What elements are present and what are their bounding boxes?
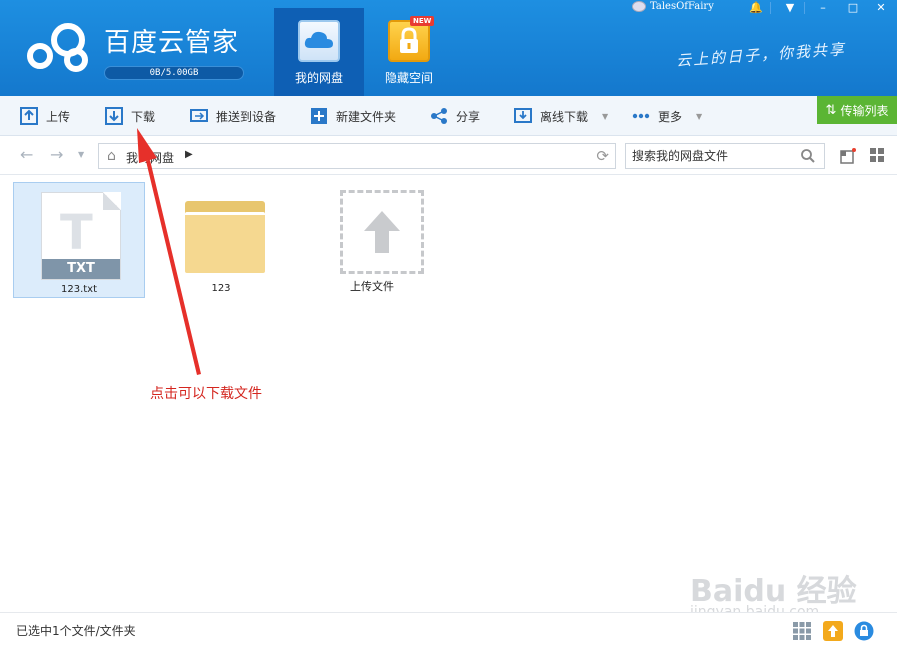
file-name: 上传文件	[350, 280, 394, 293]
download-label: 下载	[131, 109, 156, 124]
user-account[interactable]: TalesOfFairy	[632, 1, 714, 12]
title-separator	[770, 2, 771, 14]
search-input[interactable]	[632, 147, 792, 165]
search-icon[interactable]	[800, 148, 816, 164]
file-type-label: TXT	[42, 259, 120, 279]
new-badge: NEW	[410, 16, 435, 26]
username: TalesOfFairy	[650, 1, 714, 12]
baidu-cloud-window: 百度云管家 0B/5.00GB 我的网盘 NEW 隐藏空间 云上的日子，你我共享	[0, 0, 897, 648]
new-folder-label: 新建文件夹	[336, 109, 397, 124]
back-arrow-icon[interactable]: ←	[20, 145, 33, 164]
storage-quota: 0B/5.00GB	[104, 66, 244, 80]
transfer-arrows-icon: ⇅	[825, 102, 837, 118]
baidu-cloud-logo-icon	[27, 23, 88, 72]
refresh-icon[interactable]: ⟳	[596, 147, 609, 165]
upload-arrow-icon	[364, 211, 400, 253]
bell-icon[interactable]: 🔔	[745, 0, 767, 16]
push-to-device-label: 推送到设备	[216, 109, 277, 124]
breadcrumb-my-disk[interactable]: 我的网盘	[126, 149, 174, 166]
file-name: 123	[211, 283, 231, 294]
download-icon	[105, 107, 123, 125]
tab-my-disk-label: 我的网盘	[294, 71, 343, 85]
close-icon[interactable]: ✕	[870, 0, 892, 16]
more-label: 更多	[658, 109, 683, 124]
txt-file-icon: T TXT	[41, 192, 121, 280]
breadcrumb-chevron-icon[interactable]: ▶	[185, 149, 193, 160]
minimize-icon[interactable]: –	[812, 0, 834, 16]
txt-letter-mark: T	[60, 205, 93, 261]
status-bar: 已选中1个文件/文件夹	[0, 612, 897, 648]
breadcrumb[interactable]: ⌂ 我的网盘 ▶ ⟳	[98, 143, 616, 169]
slogan: 云上的日子，你我共享	[675, 40, 847, 70]
grid-view-icon[interactable]	[870, 148, 885, 163]
offline-download-icon	[514, 108, 532, 123]
forward-arrow-icon[interactable]: →	[50, 145, 63, 164]
header: 百度云管家 0B/5.00GB 我的网盘 NEW 隐藏空间 云上的日子，你我共享	[0, 0, 897, 96]
search-box	[625, 143, 825, 169]
share-label: 分享	[456, 109, 481, 124]
file-name: 123.txt	[60, 284, 98, 295]
maximize-icon[interactable]: □	[842, 0, 864, 16]
offline-download-button[interactable]: 离线下载 ▼	[514, 96, 608, 136]
user-avatar-icon	[632, 1, 646, 12]
new-folder-icon	[311, 108, 327, 124]
annotation-text: 点击可以下载文件	[150, 386, 262, 402]
toolbar: 上传 下载 推送到设备 新建文件夹 分享 离线下载 ▼ 更多 ▼	[0, 96, 897, 136]
menu-dropdown-icon[interactable]: ▼	[779, 0, 801, 16]
lock-icon	[388, 20, 430, 62]
transfer-list-button[interactable]: ⇅ 传输列表	[817, 96, 897, 124]
share-icon	[431, 108, 447, 124]
upload-file-tile[interactable]: 上传文件	[306, 180, 438, 296]
selection-status: 已选中1个文件/文件夹	[16, 624, 136, 638]
folder-front	[185, 212, 265, 273]
safe-lock-icon[interactable]	[854, 621, 874, 641]
push-device-icon	[190, 109, 208, 122]
tab-my-disk[interactable]: 我的网盘	[274, 8, 364, 96]
transfer-list-label: 传输列表	[840, 103, 889, 118]
download-button[interactable]: 下载	[105, 96, 155, 136]
history-dropdown-icon[interactable]: ▼	[78, 150, 84, 159]
push-to-device-button[interactable]: 推送到设备	[190, 96, 276, 136]
app-title: 百度云管家	[104, 28, 240, 58]
upload-icon	[20, 107, 38, 125]
file-item-folder[interactable]: 123	[155, 182, 287, 298]
more-button[interactable]: 更多 ▼	[632, 96, 702, 136]
chevron-down-icon: ▼	[602, 111, 609, 121]
list-view-icon[interactable]	[840, 148, 856, 164]
cloud-disk-icon	[298, 20, 340, 62]
share-button[interactable]: 分享	[430, 96, 480, 136]
chevron-down-icon: ▼	[696, 111, 703, 121]
app-grid-icon[interactable]	[792, 621, 812, 641]
upload-status-icon[interactable]	[823, 621, 843, 641]
upload-button[interactable]: 上传	[20, 96, 70, 136]
page-fold	[103, 192, 121, 210]
home-icon[interactable]: ⌂	[107, 148, 116, 164]
tab-hidden-space-label: 隐藏空间	[384, 71, 433, 85]
file-item-txt[interactable]: T TXT 123.txt	[13, 182, 145, 298]
more-dots-icon	[632, 113, 650, 119]
new-folder-button[interactable]: 新建文件夹	[310, 96, 396, 136]
upload-label: 上传	[46, 109, 71, 124]
address-row: ← → ▼ ⌂ 我的网盘 ▶ ⟳	[0, 137, 897, 175]
offline-download-label: 离线下载	[540, 109, 589, 124]
tab-hidden-space[interactable]: NEW 隐藏空间	[364, 8, 454, 96]
upload-placeholder-icon	[340, 190, 424, 274]
title-separator	[804, 2, 805, 14]
